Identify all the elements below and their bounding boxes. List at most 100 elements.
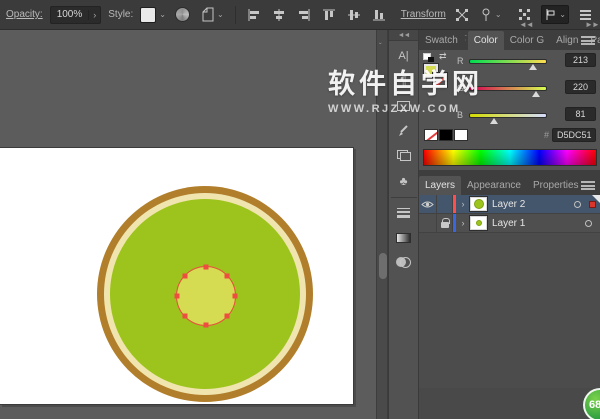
chevron-down-icon: ⌄ <box>559 10 566 19</box>
slider-handle[interactable] <box>532 91 540 97</box>
align-center-horizontal-button[interactable] <box>270 6 288 24</box>
green-value-input[interactable]: 220 <box>565 80 596 94</box>
paragraph-panel-icon[interactable]: ¶ <box>392 70 416 91</box>
canvas[interactable] <box>0 30 376 419</box>
chevron-right-icon[interactable]: › <box>88 10 100 20</box>
white-swatch[interactable] <box>454 129 468 141</box>
target-circle[interactable] <box>574 201 581 208</box>
opacity-input[interactable]: 100% › <box>50 6 102 24</box>
stroke-proxy[interactable] <box>433 73 447 87</box>
visibility-toggle[interactable] <box>419 214 437 232</box>
tab-swatches[interactable]: Swatch <box>419 31 464 50</box>
visibility-toggle[interactable] <box>419 195 437 213</box>
document-setup-button[interactable]: ⌄ <box>199 5 226 24</box>
artboard[interactable] <box>0 147 354 405</box>
character-panel-icon[interactable]: A| <box>392 45 416 66</box>
lock-icon <box>441 222 449 228</box>
align-top-button[interactable] <box>320 6 338 24</box>
red-slider[interactable] <box>469 59 547 64</box>
anchor-point[interactable] <box>225 314 230 319</box>
pin-icon <box>480 8 493 22</box>
layer-name[interactable]: Layer 2 <box>492 199 574 210</box>
align-bottom-button[interactable] <box>370 6 388 24</box>
swap-fill-stroke-icon[interactable]: ⇄ <box>439 51 447 62</box>
anchor-point[interactable] <box>233 294 238 299</box>
style-swatch[interactable] <box>140 7 156 23</box>
green-slider-label: G <box>457 83 469 93</box>
artboards-panel-icon[interactable] <box>392 95 416 116</box>
lock-toggle[interactable] <box>437 214 453 232</box>
anchor-point[interactable] <box>204 323 209 328</box>
layer-thumbnail[interactable] <box>470 216 487 230</box>
tab-layers[interactable]: Layers <box>419 176 461 195</box>
none-swatch[interactable] <box>424 129 438 141</box>
green-slider[interactable] <box>469 86 547 91</box>
scroll-up-icon[interactable]: ˇ <box>379 42 382 51</box>
transform-panel-icon[interactable] <box>392 145 416 166</box>
black-swatch[interactable] <box>439 129 453 141</box>
target-circle[interactable] <box>585 220 592 227</box>
opacity-label[interactable]: Opacity: <box>6 9 43 20</box>
align-center-vertical-button[interactable] <box>345 6 363 24</box>
scrollbar-thumb[interactable] <box>379 253 387 279</box>
anchor-point[interactable] <box>175 294 180 299</box>
default-fill-stroke-icon[interactable] <box>423 53 434 62</box>
layer-row-layer2[interactable]: › Layer 2 <box>419 195 600 214</box>
free-distort-icon[interactable] <box>453 6 471 24</box>
toolbar-divider <box>235 6 236 24</box>
chevron-down-icon: ⌄ <box>495 10 502 19</box>
blue-value-input[interactable]: 81 <box>565 107 596 121</box>
color-panel: ⇄ R 213 G 220 B 81 <box>419 50 600 170</box>
layer-thumbnail[interactable] <box>470 197 487 211</box>
illustrator-window: Opacity: 100% › Style: ⌄ ⌄ <box>0 0 600 419</box>
anchor-point[interactable] <box>225 274 230 279</box>
color-wheel-icon <box>175 7 190 22</box>
layer-row-layer1[interactable]: › Layer 1 <box>419 214 600 233</box>
transparency-panel-icon[interactable] <box>392 252 416 273</box>
vertical-scrollbar[interactable]: ˇ <box>376 30 388 419</box>
red-slider-row: R <box>457 54 547 68</box>
transform-label[interactable]: Transform <box>401 9 446 20</box>
slider-handle[interactable] <box>529 64 537 70</box>
expand-panels-button[interactable]: ◄◄ <box>389 30 418 41</box>
align-to-button[interactable]: ⌄ <box>541 5 569 24</box>
blue-slider-label: B <box>457 110 469 120</box>
stroke-panel-icon[interactable] <box>392 202 416 223</box>
style-swatch-button[interactable]: ⌄ <box>140 7 166 23</box>
brushes-panel-icon[interactable] <box>392 120 416 141</box>
collapse-dock-icon[interactable]: ◄◄ <box>519 20 533 29</box>
red-value-input[interactable]: 213 <box>565 53 596 67</box>
align-right-button[interactable] <box>295 6 313 24</box>
tab-color[interactable]: Color <box>468 31 504 50</box>
hex-value-input[interactable]: D5DC51 <box>552 128 596 142</box>
gradient-panel-icon[interactable] <box>392 227 416 248</box>
panel-menu-icon[interactable] <box>581 181 595 190</box>
panel-dock: Swatch ˇˈ Color Color G Align Pathfin ⇄ … <box>418 30 600 419</box>
expand-layer-icon[interactable]: › <box>456 218 470 228</box>
symbols-panel-icon[interactable]: ♣ <box>392 170 416 191</box>
slider-handle[interactable] <box>490 118 498 124</box>
tab-properties[interactable]: Properties <box>527 176 585 195</box>
workspace: ˇ ◄◄ A| ¶ ♣ <box>0 30 600 419</box>
tab-align[interactable]: Align <box>550 31 584 50</box>
tab-color-guide[interactable]: Color G <box>504 31 550 50</box>
red-slider-label: R <box>457 56 469 66</box>
green-slider-row: G <box>457 81 547 95</box>
panel-menu-icon[interactable] <box>581 36 595 45</box>
lock-toggle[interactable] <box>437 195 453 213</box>
puppet-warp-button[interactable]: ⌄ <box>478 6 504 24</box>
recolor-artwork-icon[interactable] <box>173 5 192 24</box>
align-left-button[interactable] <box>245 6 263 24</box>
active-layer-corner <box>592 195 600 203</box>
tab-appearance[interactable]: Appearance <box>461 176 527 195</box>
anchor-point[interactable] <box>183 314 188 319</box>
layer-name[interactable]: Layer 1 <box>492 218 585 229</box>
opacity-value[interactable]: 100% <box>51 9 89 20</box>
blue-slider[interactable] <box>469 113 547 118</box>
chevron-down-icon: ⌄ <box>217 10 224 19</box>
anchor-point[interactable] <box>183 274 188 279</box>
expand-dock-icon[interactable]: ►► <box>585 20 599 29</box>
color-spectrum-bar[interactable] <box>423 149 597 166</box>
anchor-point[interactable] <box>204 265 209 270</box>
expand-layer-icon[interactable]: › <box>456 199 470 209</box>
